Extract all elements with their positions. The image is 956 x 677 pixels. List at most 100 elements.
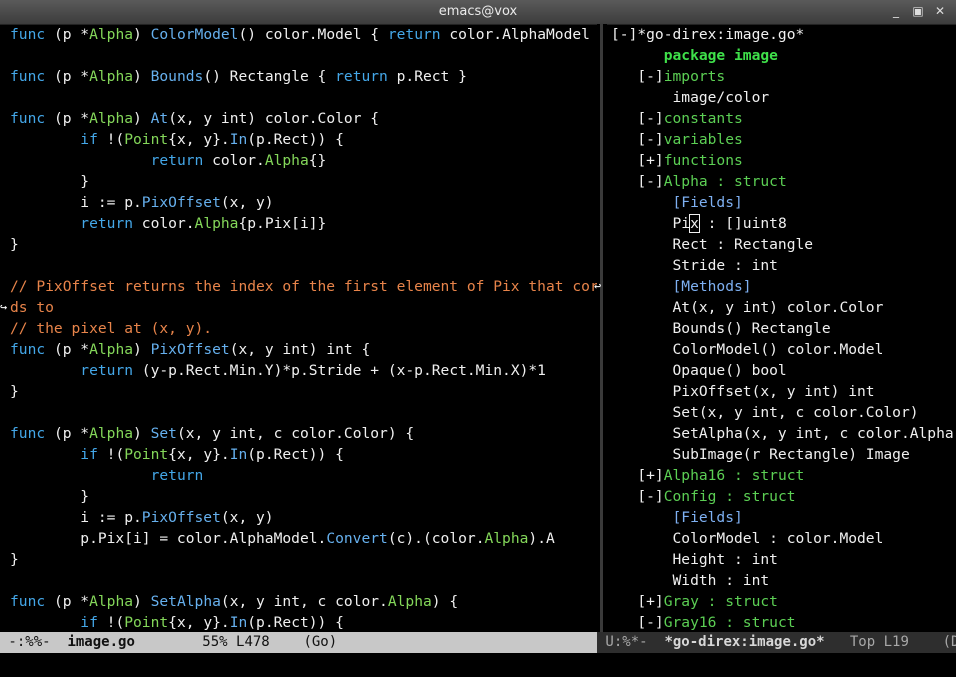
code-line[interactable]: if !(Point{x, y}.In(p.Rect)) { [0, 129, 597, 150]
tree-line[interactable]: Set(x, y int, c color.Color) [607, 402, 956, 423]
code-line[interactable]: if !(Point{x, y}.In(p.Rect)) { [0, 444, 597, 465]
code-text: : []uint8 [698, 215, 787, 232]
minimize-icon[interactable]: _ [888, 3, 904, 19]
code-editor-pane[interactable]: func (p *Alpha) ColorModel() color.Model… [0, 24, 597, 632]
code-text: Width : int [611, 572, 770, 589]
code-line[interactable]: } [0, 549, 597, 570]
code-line[interactable]: // PixOffset returns the index of the fi… [0, 276, 597, 297]
code-text: Set(x, y int, c color.Color) [611, 404, 919, 421]
code-text: } [10, 551, 19, 568]
code-line[interactable]: i := p.PixOffset(x, y) [0, 192, 597, 213]
tree-line[interactable]: Bounds() Rectangle [607, 318, 956, 339]
tree-line[interactable]: [-]imports [607, 66, 956, 87]
code-text: Pi [611, 215, 691, 232]
tree-line[interactable]: [-]constants [607, 108, 956, 129]
code-type: Alpha [89, 593, 134, 610]
code-line[interactable]: func (p *Alpha) PixOffset(x, y int) int … [0, 339, 597, 360]
code-line[interactable]: return color.Alpha{} [0, 150, 597, 171]
tree-line[interactable]: package image [607, 45, 956, 66]
tree-line[interactable]: SubImage(r Rectangle) Image [607, 444, 956, 465]
code-line[interactable] [0, 255, 597, 276]
tree-line[interactable]: Stride : int [607, 255, 956, 276]
tree-line[interactable]: Pix : []uint8 [607, 213, 956, 234]
tree-node-label: Gray16 : struct [663, 614, 796, 631]
minibuffer[interactable] [0, 653, 956, 677]
tree-line[interactable]: [-]variables [607, 129, 956, 150]
mode-line-left: -:%%- image.go 55% L478 (Go) [0, 632, 597, 653]
code-text: color.AlphaModel } [440, 26, 597, 43]
code-line[interactable]: return color.Alpha{p.Pix[i]} [0, 213, 597, 234]
code-line[interactable]: func (p *Alpha) Set(x, y int, c color.Co… [0, 423, 597, 444]
close-icon[interactable]: ✕ [932, 3, 948, 19]
tree-line[interactable]: [-]Gray16 : struct [607, 612, 956, 632]
code-text: ) [133, 110, 151, 127]
code-line[interactable] [0, 87, 597, 108]
code-line[interactable]: p.Pix[i] = color.AlphaModel.Convert(c).(… [0, 528, 597, 549]
code-line[interactable]: } [0, 381, 597, 402]
code-function: Set [150, 425, 177, 442]
tree-line[interactable]: Height : int [607, 549, 956, 570]
mode-line-position: 55% L478 (Go) [134, 634, 338, 650]
code-text: (p.Rect)) { [247, 131, 344, 148]
code-text: } [10, 173, 90, 190]
code-keyword: func [10, 341, 46, 358]
tree-line[interactable]: SetAlpha(x, y int, c color.Alpha) [607, 423, 956, 444]
code-line[interactable]: if !(Point{x, y}.In(p.Rect)) { [0, 612, 597, 632]
code-line[interactable]: } [0, 486, 597, 507]
code-line[interactable] [0, 570, 597, 591]
code-line[interactable]: // the pixel at (x, y). [0, 318, 597, 339]
tree-line[interactable]: ColorModel() color.Model [607, 339, 956, 360]
code-text: (p * [45, 68, 90, 85]
code-line[interactable]: return [0, 465, 597, 486]
tree-line[interactable]: [+]Gray : struct [607, 591, 956, 612]
code-text: } [10, 383, 19, 400]
code-line[interactable]: ds to [0, 297, 597, 318]
code-keyword: if [80, 614, 98, 631]
tree-line[interactable]: [-]Alpha : struct [607, 171, 956, 192]
tree-line[interactable]: [Methods] [607, 276, 956, 297]
tree-line[interactable]: [-]*go-direx:image.go* [607, 24, 956, 45]
code-line[interactable]: func (p *Alpha) ColorModel() color.Model… [0, 24, 597, 45]
code-line[interactable]: func (p *Alpha) Bounds() Rectangle { ret… [0, 66, 597, 87]
code-text: Height : int [611, 551, 778, 568]
code-line[interactable]: } [0, 171, 597, 192]
code-text: ) [133, 425, 151, 442]
code-line[interactable]: return (y-p.Rect.Min.Y)*p.Stride + (x-p.… [0, 360, 597, 381]
tree-line[interactable]: [+]Alpha16 : struct [607, 465, 956, 486]
tree-line[interactable]: At(x, y int) color.Color [607, 297, 956, 318]
tree-line[interactable]: Width : int [607, 570, 956, 591]
tree-line[interactable]: Rect : Rectangle [607, 234, 956, 255]
code-line[interactable] [0, 402, 597, 423]
tree-line[interactable]: [Fields] [607, 507, 956, 528]
direx-tree-pane[interactable]: [-]*go-direx:image.go* package image [-]… [607, 24, 956, 632]
tree-line[interactable]: [-]Config : struct [607, 486, 956, 507]
code-line[interactable] [0, 45, 597, 66]
title-bar: emacs@vox _ ▣ ✕ [0, 0, 956, 25]
tree-node-label: imports [663, 68, 726, 85]
tree-line[interactable]: [Fields] [607, 192, 956, 213]
code-type: Alpha [89, 110, 134, 127]
text-cursor: x [689, 214, 700, 233]
code-line[interactable]: i := p.PixOffset(x, y) [0, 507, 597, 528]
tree-line[interactable]: ColorModel : color.Model [607, 528, 956, 549]
window-divider[interactable] [597, 24, 607, 632]
code-line[interactable]: func (p *Alpha) SetAlpha(x, y int, c col… [0, 591, 597, 612]
code-function: Bounds [150, 68, 204, 85]
code-line[interactable]: func (p *Alpha) At(x, y int) color.Color… [0, 108, 597, 129]
tree-line[interactable]: [+]functions [607, 150, 956, 171]
tree-node-label: Gray : struct [663, 593, 778, 610]
code-text: (y-p.Rect.Min.Y)*p.Stride + (x-p.Rect.Mi… [133, 362, 546, 379]
code-text: } [10, 236, 19, 253]
window-title: emacs@vox [438, 4, 518, 19]
tree-line[interactable]: image/color [607, 87, 956, 108]
mode-line-buffer-name[interactable]: *go-direx:image.go* [664, 634, 824, 650]
code-line[interactable]: } [0, 234, 597, 255]
tree-line[interactable]: PixOffset(x, y int) int [607, 381, 956, 402]
code-comment: ds to [10, 299, 54, 316]
maximize-icon[interactable]: ▣ [910, 3, 926, 19]
mode-line-buffer-name[interactable]: image.go [67, 634, 134, 650]
tree-line[interactable]: Opaque() bool [607, 360, 956, 381]
